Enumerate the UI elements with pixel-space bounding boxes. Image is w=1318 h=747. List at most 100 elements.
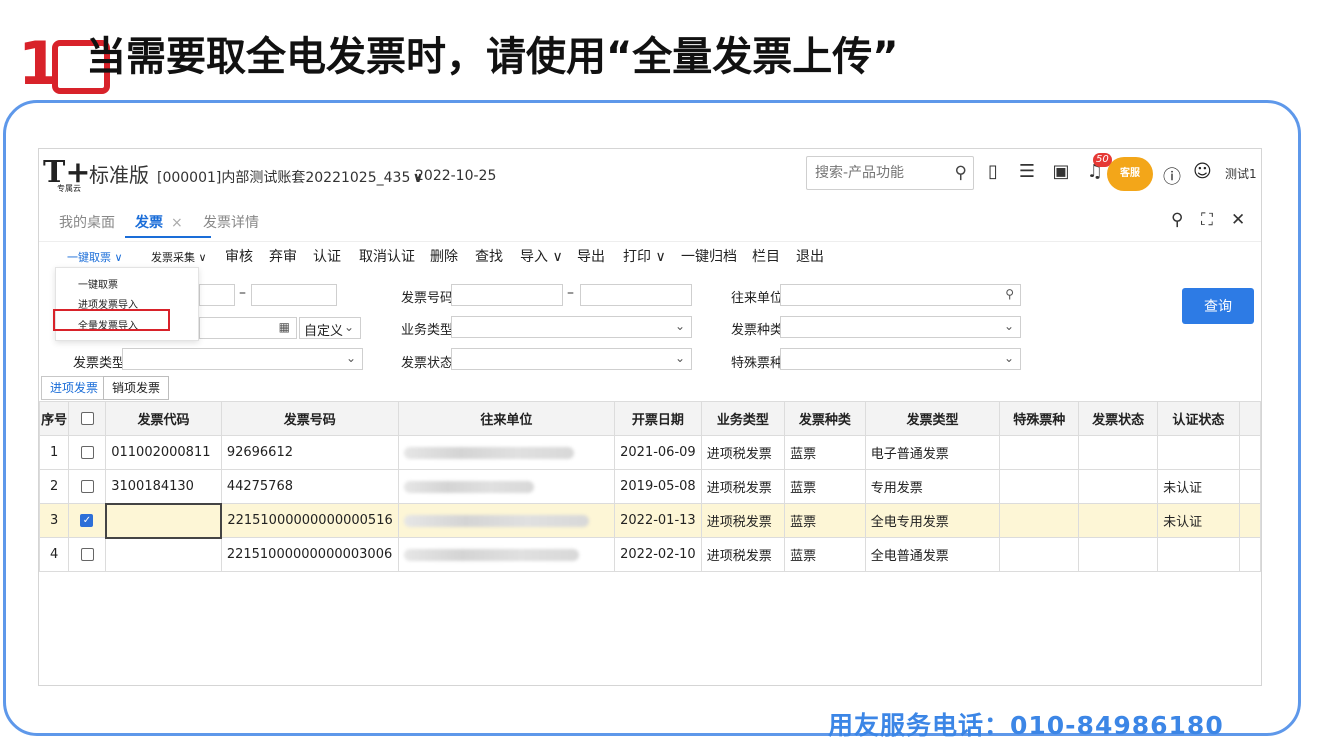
header-no[interactable]: 序号: [39, 401, 70, 436]
cell-biz-type[interactable]: 进项税发票: [700, 435, 786, 470]
fullscreen-icon[interactable]: ⛶: [1201, 210, 1213, 230]
cell-date[interactable]: 2022-02-10: [614, 537, 702, 572]
print-menu[interactable]: 打印 ∨: [623, 246, 666, 266]
header-type[interactable]: 发票类型: [864, 401, 1001, 436]
cell-number[interactable]: 22151000000000000516: [220, 503, 399, 538]
search-icon[interactable]: ⚲: [955, 163, 967, 183]
header-status[interactable]: 发票状态: [1078, 401, 1159, 436]
cell-type[interactable]: 专用发票: [864, 469, 1001, 504]
search-box[interactable]: ⚲: [806, 156, 974, 190]
one-click-fetch-menu[interactable]: 一键取票 ∨: [67, 249, 123, 265]
close-icon[interactable]: ×: [171, 215, 183, 231]
cell-checkbox[interactable]: ✓: [68, 503, 107, 538]
find-button[interactable]: 查找: [475, 246, 503, 266]
invoice-type-select[interactable]: ⌄: [122, 348, 363, 370]
unaudit-button[interactable]: 弃审: [269, 246, 297, 266]
cell-code[interactable]: 3100184130: [105, 469, 222, 504]
tab-output-invoices[interactable]: 销项发票: [103, 376, 170, 400]
invoice-status-select[interactable]: ⌄: [451, 348, 692, 370]
cell-date[interactable]: 2019-05-08: [614, 469, 702, 504]
import-menu[interactable]: 导入 ∨: [520, 246, 563, 266]
header-special[interactable]: 特殊票种: [999, 401, 1080, 436]
cell-special[interactable]: [999, 503, 1080, 538]
certify-button[interactable]: 认证: [313, 246, 341, 266]
cell-code-editing[interactable]: [104, 502, 223, 539]
checklist-icon[interactable]: ☰: [1017, 161, 1037, 182]
cell-special[interactable]: [999, 469, 1080, 504]
cell-checkbox[interactable]: [68, 537, 107, 572]
custom-range-select[interactable]: 自定义 ⌄: [299, 317, 361, 339]
invoice-no-from-field[interactable]: [451, 284, 563, 306]
audit-button[interactable]: 审核: [225, 246, 253, 266]
calendar-icon[interactable]: ▦: [279, 320, 290, 334]
exit-button[interactable]: 退出: [796, 246, 824, 266]
cell-status[interactable]: [1078, 537, 1159, 572]
phone-icon[interactable]: ▯: [983, 161, 1003, 182]
business-type-select[interactable]: ⌄: [451, 316, 692, 338]
cell-type[interactable]: 全电专用发票: [864, 503, 1001, 538]
help-icon[interactable]: ⓘ: [1163, 163, 1181, 189]
delete-button[interactable]: 删除: [430, 246, 458, 266]
table-row[interactable]: 4 22151000000000003006 2022-02-10 进项税发票 …: [39, 537, 1261, 572]
invoice-kind-select[interactable]: ⌄: [780, 316, 1021, 338]
cell-kind[interactable]: 蓝票: [784, 435, 866, 470]
message-icon[interactable]: ▣: [1051, 161, 1071, 182]
header-number[interactable]: 发票号码: [220, 401, 399, 436]
cell-counterparty[interactable]: [397, 469, 616, 504]
user-icon[interactable]: ☺: [1193, 161, 1212, 182]
counterparty-field[interactable]: ⚲: [780, 284, 1021, 306]
user-name[interactable]: 测试1: [1225, 165, 1257, 182]
row-checkbox-checked[interactable]: ✓: [80, 514, 94, 527]
cell-cert[interactable]: 未认证: [1157, 503, 1240, 538]
search-icon[interactable]: ⚲: [1171, 210, 1183, 230]
special-type-select[interactable]: ⌄: [780, 348, 1021, 370]
account-selector[interactable]: [000001]内部测试账套20221025_435 ∨: [157, 167, 424, 187]
cell-number[interactable]: 44275768: [220, 469, 399, 504]
tab-desktop[interactable]: 我的桌面: [59, 212, 115, 232]
close-all-icon[interactable]: ✕: [1231, 210, 1245, 230]
row-checkbox[interactable]: [80, 548, 94, 561]
cell-counterparty[interactable]: [397, 537, 616, 572]
date-start-field[interactable]: [199, 284, 235, 306]
cell-counterparty[interactable]: [397, 435, 616, 470]
cell-biz-type[interactable]: 进项税发票: [700, 537, 786, 572]
row-checkbox[interactable]: [80, 446, 94, 459]
cell-type[interactable]: 电子普通发票: [864, 435, 1001, 470]
table-row-selected[interactable]: 3 ✓ 22151000000000000516 2022-01-13 进项税发…: [39, 502, 1261, 539]
cell-counterparty[interactable]: [397, 503, 616, 538]
columns-button[interactable]: 栏目: [752, 246, 780, 266]
cell-status[interactable]: [1078, 469, 1159, 504]
table-row[interactable]: 2 3100184130 44275768 2019-05-08 进项税发票 蓝…: [39, 469, 1261, 504]
cell-date[interactable]: 2022-01-13: [614, 503, 702, 538]
cell-status[interactable]: [1078, 435, 1159, 470]
tab-invoice-detail[interactable]: 发票详情: [203, 212, 259, 232]
header-code[interactable]: 发票代码: [105, 401, 222, 436]
bell-icon[interactable]: ♫ 50: [1085, 153, 1112, 182]
cell-checkbox[interactable]: [68, 435, 107, 470]
customer-service-mascot[interactable]: 客服: [1107, 157, 1153, 191]
cell-special[interactable]: [999, 537, 1080, 572]
header-date[interactable]: 开票日期: [614, 401, 702, 436]
cell-code[interactable]: [105, 537, 222, 572]
tab-input-invoices[interactable]: 进项发票: [41, 376, 108, 400]
invoice-collect-menu[interactable]: 发票采集 ∨: [151, 249, 207, 265]
header-kind[interactable]: 发票种类: [784, 401, 866, 436]
date-field[interactable]: ▦: [199, 317, 297, 339]
cell-biz-type[interactable]: 进项税发票: [700, 503, 786, 538]
header-biz-type[interactable]: 业务类型: [700, 401, 786, 436]
invoice-no-to-field[interactable]: [580, 284, 692, 306]
export-button[interactable]: 导出: [577, 246, 605, 266]
cell-status[interactable]: [1078, 503, 1159, 538]
cell-number[interactable]: 92696612: [220, 435, 399, 470]
header-counterparty[interactable]: 往来单位: [397, 401, 616, 436]
cell-kind[interactable]: 蓝票: [784, 537, 866, 572]
cell-cert[interactable]: [1157, 537, 1240, 572]
cell-cert[interactable]: 未认证: [1157, 469, 1240, 504]
cell-date[interactable]: 2021-06-09: [614, 435, 702, 470]
cell-checkbox[interactable]: [68, 469, 107, 504]
query-button[interactable]: 查询: [1182, 288, 1254, 324]
cell-special[interactable]: [999, 435, 1080, 470]
cell-cert[interactable]: [1157, 435, 1240, 470]
header-select-all[interactable]: [68, 401, 107, 436]
tab-invoice[interactable]: 发票 ×: [125, 212, 211, 238]
